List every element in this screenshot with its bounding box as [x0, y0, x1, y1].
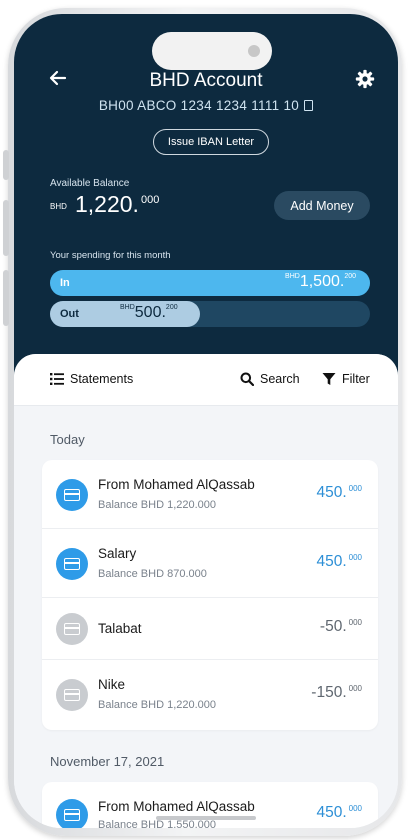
spending-in-amount: 1,500.: [299, 273, 345, 290]
list-icon: [50, 373, 64, 385]
transaction-name: Salary: [98, 546, 137, 561]
transaction-amount-main: 450.: [316, 484, 347, 501]
home-indicator[interactable]: [156, 816, 256, 820]
card-icon: [56, 479, 88, 511]
page-title: BHD Account: [149, 70, 263, 91]
dynamic-island: [152, 32, 272, 70]
balance-decimals: 000: [141, 194, 160, 206]
transaction-amount-main: 450.: [316, 804, 347, 821]
transaction-row[interactable]: Talabat -50. 000: [42, 598, 378, 660]
spending-out-decimals: 200: [165, 304, 178, 311]
balance-amount: 1,220.: [75, 191, 139, 217]
transaction-amount: 450. 000: [316, 804, 362, 822]
transaction-row[interactable]: Nike Balance BHD 1,220.000 -150. 000: [42, 660, 378, 730]
transaction-name: Nike: [98, 677, 126, 692]
account-header: BHD Account BH00 ABCO 1234 1234 1111 10 …: [14, 14, 398, 394]
transaction-balance: Balance BHD 1,220.000: [98, 499, 217, 511]
transaction-amount-main: -150.: [311, 684, 347, 701]
transaction-balance: Balance BHD 1,220.000: [98, 699, 217, 711]
statements-button[interactable]: Statements: [50, 372, 133, 386]
transaction-amount-decimals: 000: [348, 804, 362, 813]
transaction-row[interactable]: Salary Balance BHD 870.000 450. 000: [42, 529, 378, 598]
spending-in-label: In: [60, 277, 70, 289]
search-label: Search: [260, 372, 300, 386]
spending-out-bar: Out BHD500.200: [50, 301, 370, 327]
spending-out-label: Out: [60, 308, 79, 320]
card-icon: [56, 548, 88, 580]
transactions-sheet: Statements Search Filter Today From Moha…: [14, 354, 398, 828]
transaction-name: Talabat: [98, 621, 142, 636]
transaction-amount-decimals: 000: [348, 684, 362, 693]
phone-side-button: [3, 270, 9, 326]
spending-in-currency: BHD: [285, 273, 300, 280]
filter-icon: [322, 373, 336, 385]
spending-out-value: BHD500.200: [120, 304, 178, 322]
spending-in-value: BHD1,500.200: [285, 273, 356, 291]
search-icon: [240, 372, 254, 386]
card-icon: [56, 799, 88, 828]
phone-screen: BHD Account BH00 ABCO 1234 1234 1111 10 …: [14, 14, 398, 828]
phone-side-button: [3, 200, 9, 256]
transactions-card: From Mohamed AlQassab Balance BHD 1.550.…: [42, 782, 378, 828]
statements-toolbar: Statements Search Filter: [14, 354, 398, 406]
phone-side-button: [3, 150, 9, 180]
statements-label: Statements: [70, 372, 134, 386]
spending-in-bar: In BHD1,500.200: [50, 270, 370, 296]
transaction-row[interactable]: From Mohamed AlQassab Balance BHD 1,220.…: [42, 460, 378, 529]
transaction-amount: 450. 000: [316, 484, 362, 502]
transaction-name: From Mohamed AlQassab: [98, 477, 255, 492]
filter-label: Filter: [342, 372, 370, 386]
card-icon: [56, 613, 88, 645]
add-money-button[interactable]: Add Money: [274, 191, 370, 220]
iban-number: BH00 ABCO 1234 1234 1111 10: [14, 98, 398, 113]
balance-currency: BHD: [50, 202, 67, 211]
transaction-amount: 450. 000: [316, 553, 362, 571]
copy-icon[interactable]: [304, 100, 314, 111]
transaction-balance: Balance BHD 870.000: [98, 568, 207, 580]
transaction-amount-main: 450.: [316, 553, 347, 570]
transaction-amount: -50. 000: [320, 618, 362, 636]
transactions-card: From Mohamed AlQassab Balance BHD 1,220.…: [42, 460, 378, 730]
transaction-name: From Mohamed AlQassab: [98, 799, 255, 814]
section-date: November 17, 2021: [50, 754, 165, 769]
gear-icon[interactable]: [354, 68, 376, 90]
spending-in-decimals: 200: [344, 273, 356, 280]
iban-text: BH00 ABCO 1234 1234 1111 10: [98, 98, 300, 113]
spending-out-currency: BHD: [120, 304, 135, 311]
transaction-row[interactable]: From Mohamed AlQassab Balance BHD 1.550.…: [42, 782, 378, 828]
transaction-amount-decimals: 000: [348, 553, 362, 562]
filter-button[interactable]: Filter: [322, 372, 370, 386]
card-icon: [56, 679, 88, 711]
transaction-balance: Balance BHD 1.550.000: [98, 819, 217, 828]
issue-iban-letter-button[interactable]: Issue IBAN Letter: [153, 129, 269, 155]
spending-out-amount: 500.: [134, 304, 166, 321]
search-button[interactable]: Search: [240, 372, 300, 386]
transaction-amount-main: -50.: [319, 618, 347, 635]
section-date: Today: [50, 432, 85, 447]
transaction-amount-decimals: 000: [348, 484, 362, 493]
transaction-amount: -150. 000: [311, 684, 362, 702]
transaction-amount-decimals: 000: [348, 618, 362, 627]
spending-label: Your spending for this month: [50, 250, 171, 261]
available-balance-label: Available Balance: [50, 178, 130, 189]
